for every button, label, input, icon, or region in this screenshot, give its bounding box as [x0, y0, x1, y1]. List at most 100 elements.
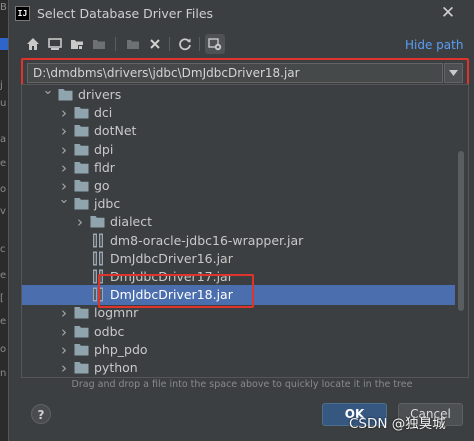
folder-icon [74, 325, 89, 338]
background-text: [ [0, 293, 4, 304]
folder-icon [74, 179, 89, 192]
refresh-button[interactable] [175, 34, 195, 54]
tree-folder-item[interactable]: ⌄ drivers [22, 85, 468, 105]
tree-folder-item[interactable]: › php_pdo [22, 340, 468, 360]
chevron-right-icon[interactable]: › [58, 142, 70, 158]
tree-item-label: drivers [78, 87, 122, 102]
module-folder-button[interactable] [89, 34, 109, 54]
chevron-right-icon[interactable]: › [58, 324, 70, 340]
tree-item-label: fldr [94, 159, 115, 175]
background-text: a [0, 134, 7, 145]
delete-button[interactable] [145, 34, 165, 54]
new-folder-button[interactable] [123, 34, 143, 54]
tree-item-label: dialect [110, 214, 153, 230]
folder-icon [74, 343, 89, 356]
project-folder-icon [71, 40, 83, 50]
tree-folder-item[interactable]: › go [22, 176, 468, 196]
tree-folder-item[interactable]: › dialect [22, 212, 468, 232]
background-text: o [0, 184, 7, 195]
folder-icon [74, 197, 89, 210]
background-text: c [0, 244, 6, 255]
chevron-right-icon[interactable]: › [74, 214, 86, 230]
chevron-down-icon[interactable]: ⌄ [42, 85, 54, 99]
select-driver-dialog: IJ Select Database Driver Files ✕ Hide p… [8, 0, 474, 441]
chevron-right-icon[interactable]: › [58, 178, 70, 194]
title-bar: IJ Select Database Driver Files ✕ [9, 0, 474, 28]
tree-folder-item[interactable]: › python [22, 358, 468, 377]
refresh-icon [179, 38, 191, 51]
tree-folder-item[interactable]: › odbc [22, 322, 468, 342]
background-text: o [0, 344, 7, 355]
tree-folder-item[interactable]: › dpi [22, 140, 468, 160]
intellij-app-icon: IJ [15, 6, 30, 21]
folder-icon [74, 161, 89, 174]
desktop-button[interactable] [45, 34, 65, 54]
background-text: u [0, 98, 7, 109]
tree-item-label: DmJdbcDriver18.jar [110, 287, 233, 303]
tree-folder-item[interactable]: › dci [22, 103, 468, 123]
path-history-dropdown[interactable] [444, 63, 463, 83]
toolbar-separator [199, 37, 200, 51]
folder-icon [90, 215, 105, 228]
folder-icon [74, 361, 89, 374]
tree-file-item[interactable]: dm8-oracle-jdbc16-wrapper.jar [22, 231, 468, 251]
toolbar-separator [169, 37, 170, 51]
tree-folder-item[interactable]: ⌄ jdbc [22, 192, 468, 214]
chevron-right-icon[interactable]: › [58, 160, 70, 176]
background-text: v [0, 206, 6, 217]
tree-file-item[interactable]: DmJdbcDriver16.jar [22, 249, 468, 269]
home-button[interactable] [23, 34, 43, 54]
chevron-right-icon[interactable]: › [58, 342, 70, 358]
close-icon: ✕ [440, 3, 456, 23]
chevron-right-icon[interactable]: › [58, 360, 70, 376]
tree-folder-item[interactable]: › dotNet [22, 121, 468, 141]
chevron-right-icon[interactable]: › [58, 305, 70, 321]
chevron-right-icon[interactable]: › [58, 105, 70, 121]
tree-folder-item[interactable]: › fldr [22, 158, 468, 178]
hide-path-link[interactable]: Hide path [405, 38, 463, 52]
folder-icon [74, 306, 89, 319]
chevron-right-icon[interactable]: › [58, 123, 70, 139]
tree-file-item[interactable]: DmJdbcDriver17.jar [22, 267, 468, 287]
tree-item-label: go [94, 178, 110, 193]
csdn-watermark: CSDN @独臭城 [349, 416, 446, 432]
folder-icon [74, 143, 89, 156]
tree-item-label: DmJdbcDriver17.jar [110, 269, 233, 284]
project-folder-button[interactable] [67, 34, 87, 54]
folder-icon [74, 124, 89, 137]
tree-scrollbar[interactable] [456, 85, 466, 377]
folder-icon [74, 106, 89, 119]
tree-item-label: dotNet [94, 123, 137, 139]
scrollbar-thumb[interactable] [458, 151, 464, 311]
tree-item-label: php_pdo [94, 341, 148, 357]
tree-file-item[interactable]: DmJdbcDriver18.jar [22, 285, 455, 306]
path-input[interactable]: D:\dmdbms\drivers\jdbc\DmJdbcDriver18.ja… [27, 63, 443, 83]
tree-item-label: dpi [94, 141, 114, 157]
drag-drop-hint: Drag and drop a file into the space abov… [71, 379, 413, 390]
tree-item-label: dci [94, 105, 113, 121]
background-marker [0, 38, 8, 50]
file-tree[interactable]: › python › php_pdo › odbc › logmnr DmJdbcDriver1… [21, 84, 469, 378]
show-hidden-icon [208, 38, 222, 51]
help-button[interactable]: ? [31, 404, 51, 424]
show-hidden-button[interactable] [205, 34, 225, 54]
tree-item-label: DmJdbcDriver16.jar [110, 250, 233, 266]
jar-file-icon [92, 269, 104, 284]
module-folder-icon [93, 40, 105, 49]
tree-folder-item[interactable]: › logmnr [22, 303, 468, 323]
background-text: e [0, 270, 7, 281]
delete-icon [150, 39, 160, 49]
background-text: j [0, 80, 3, 91]
jar-file-icon [92, 251, 104, 266]
tree-item-label: logmnr [94, 305, 139, 321]
background-text: e [0, 316, 7, 327]
close-button[interactable]: ✕ [437, 2, 459, 24]
dialog-title: Select Database Driver Files [37, 6, 214, 21]
tree-item-label: odbc [94, 323, 125, 339]
tree-item-label: dm8-oracle-jdbc16-wrapper.jar [110, 232, 304, 248]
desktop-icon [48, 38, 62, 50]
tree-item-label: jdbc [94, 196, 121, 212]
file-chooser-toolbar: Hide path [9, 34, 474, 56]
background-text: B [0, 2, 7, 13]
jar-file-icon [92, 287, 104, 302]
